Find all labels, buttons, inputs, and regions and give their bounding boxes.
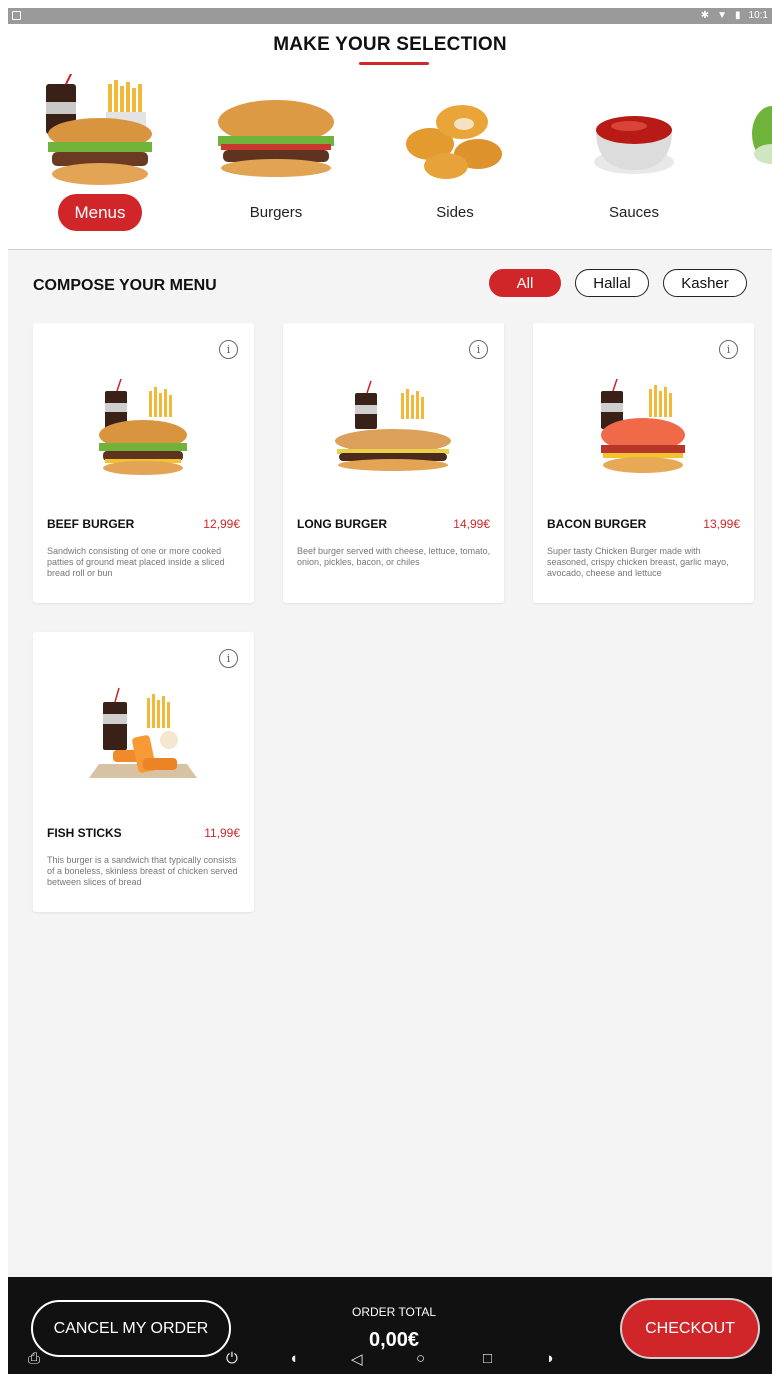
product-description: Super tasty Chicken Burger made with sea… xyxy=(547,546,729,578)
product-price: 11,99€ xyxy=(204,826,240,840)
product-card-fish-sticks[interactable]: i FISH STICKS 11,99€ This burger is a sa… xyxy=(33,632,254,912)
filter-kasher[interactable]: Kasher xyxy=(663,269,747,297)
recents-icon[interactable]: □ xyxy=(483,1350,492,1367)
filter-hallal[interactable]: Hallal xyxy=(575,269,649,297)
product-name: FISH STICKS xyxy=(47,826,122,840)
category-label-burgers: Burgers xyxy=(249,204,303,221)
volume-down-icon[interactable]: ◖ xyxy=(289,1350,298,1367)
product-price: 13,99€ xyxy=(703,517,740,531)
home-icon[interactable]: ○ xyxy=(416,1350,425,1367)
category-label-sauces: Sauces xyxy=(608,204,660,221)
category-next-partial[interactable] xyxy=(738,74,772,234)
clock: 10:1 xyxy=(748,10,768,21)
beef-burger-image xyxy=(99,378,187,475)
title-underline xyxy=(359,62,429,65)
system-nav-bar: ⎙ ⏻ ◖ ◁ ○ □ ◗ xyxy=(8,1346,772,1374)
info-icon[interactable]: i xyxy=(469,340,488,359)
category-burgers[interactable]: Burgers xyxy=(201,74,351,234)
category-header: MAKE YOUR SELECTION Menus Burgers Sides … xyxy=(8,24,772,250)
product-price: 14,99€ xyxy=(453,517,490,531)
product-card-long-burger[interactable]: i LONG BURGER 14,99€ Beef burger served … xyxy=(283,323,504,603)
section-title: COMPOSE YOUR MENU xyxy=(33,277,217,294)
ketchup-image xyxy=(594,116,674,174)
power-icon[interactable]: ⏻ xyxy=(226,1350,238,1367)
product-name: LONG BURGER xyxy=(297,517,387,531)
product-price: 12,99€ xyxy=(203,517,240,531)
category-menus[interactable]: Menus xyxy=(28,74,178,234)
status-icons: ✱ ▼ ▮ 10:1 xyxy=(701,10,768,21)
product-card-bacon-burger[interactable]: i BACON BURGER 13,99€ Super tasty Chicke… xyxy=(533,323,754,603)
wifi-icon: ▼ xyxy=(717,10,728,21)
back-icon[interactable]: ◁ xyxy=(351,1350,363,1368)
fish-sticks-image xyxy=(89,687,197,778)
bacon-burger-image xyxy=(601,378,685,473)
info-icon[interactable]: i xyxy=(719,340,738,359)
nuggets-image xyxy=(406,105,502,179)
salad-image xyxy=(752,106,772,164)
volume-up-icon[interactable]: ◗ xyxy=(546,1350,555,1367)
product-name: BEEF BURGER xyxy=(47,517,135,531)
category-sauces[interactable]: Sauces xyxy=(559,74,709,234)
filter-all[interactable]: All xyxy=(489,269,561,297)
category-label-menus: Menus xyxy=(58,194,142,231)
product-description: Beef burger served with cheese, lettuce,… xyxy=(297,546,491,567)
menu-combo-image xyxy=(46,74,152,185)
product-description: Sandwich consisting of one or more cooke… xyxy=(47,546,225,578)
screenshot-icon[interactable]: ⎙ xyxy=(28,1350,40,1367)
battery-icon: ▮ xyxy=(735,10,741,21)
burger-image xyxy=(218,100,334,177)
page-title: MAKE YOUR SELECTION xyxy=(273,34,507,55)
notification-icon xyxy=(12,11,21,20)
category-label-sides: Sides xyxy=(436,204,474,221)
status-bar: ✱ ▼ ▮ 10:1 xyxy=(8,8,772,24)
info-icon[interactable]: i xyxy=(219,340,238,359)
bluetooth-icon: ✱ xyxy=(700,10,710,21)
kiosk-app: MAKE YOUR SELECTION Menus Burgers Sides … xyxy=(8,24,772,1374)
product-description: This burger is a sandwich that typically… xyxy=(47,855,238,887)
category-sides[interactable]: Sides xyxy=(380,74,530,234)
product-name: BACON BURGER xyxy=(547,517,647,531)
long-burger-image xyxy=(335,380,451,471)
info-icon[interactable]: i xyxy=(219,649,238,668)
product-card-beef-burger[interactable]: i BEEF BURGER 12,99€ Sandwich consisting… xyxy=(33,323,254,603)
